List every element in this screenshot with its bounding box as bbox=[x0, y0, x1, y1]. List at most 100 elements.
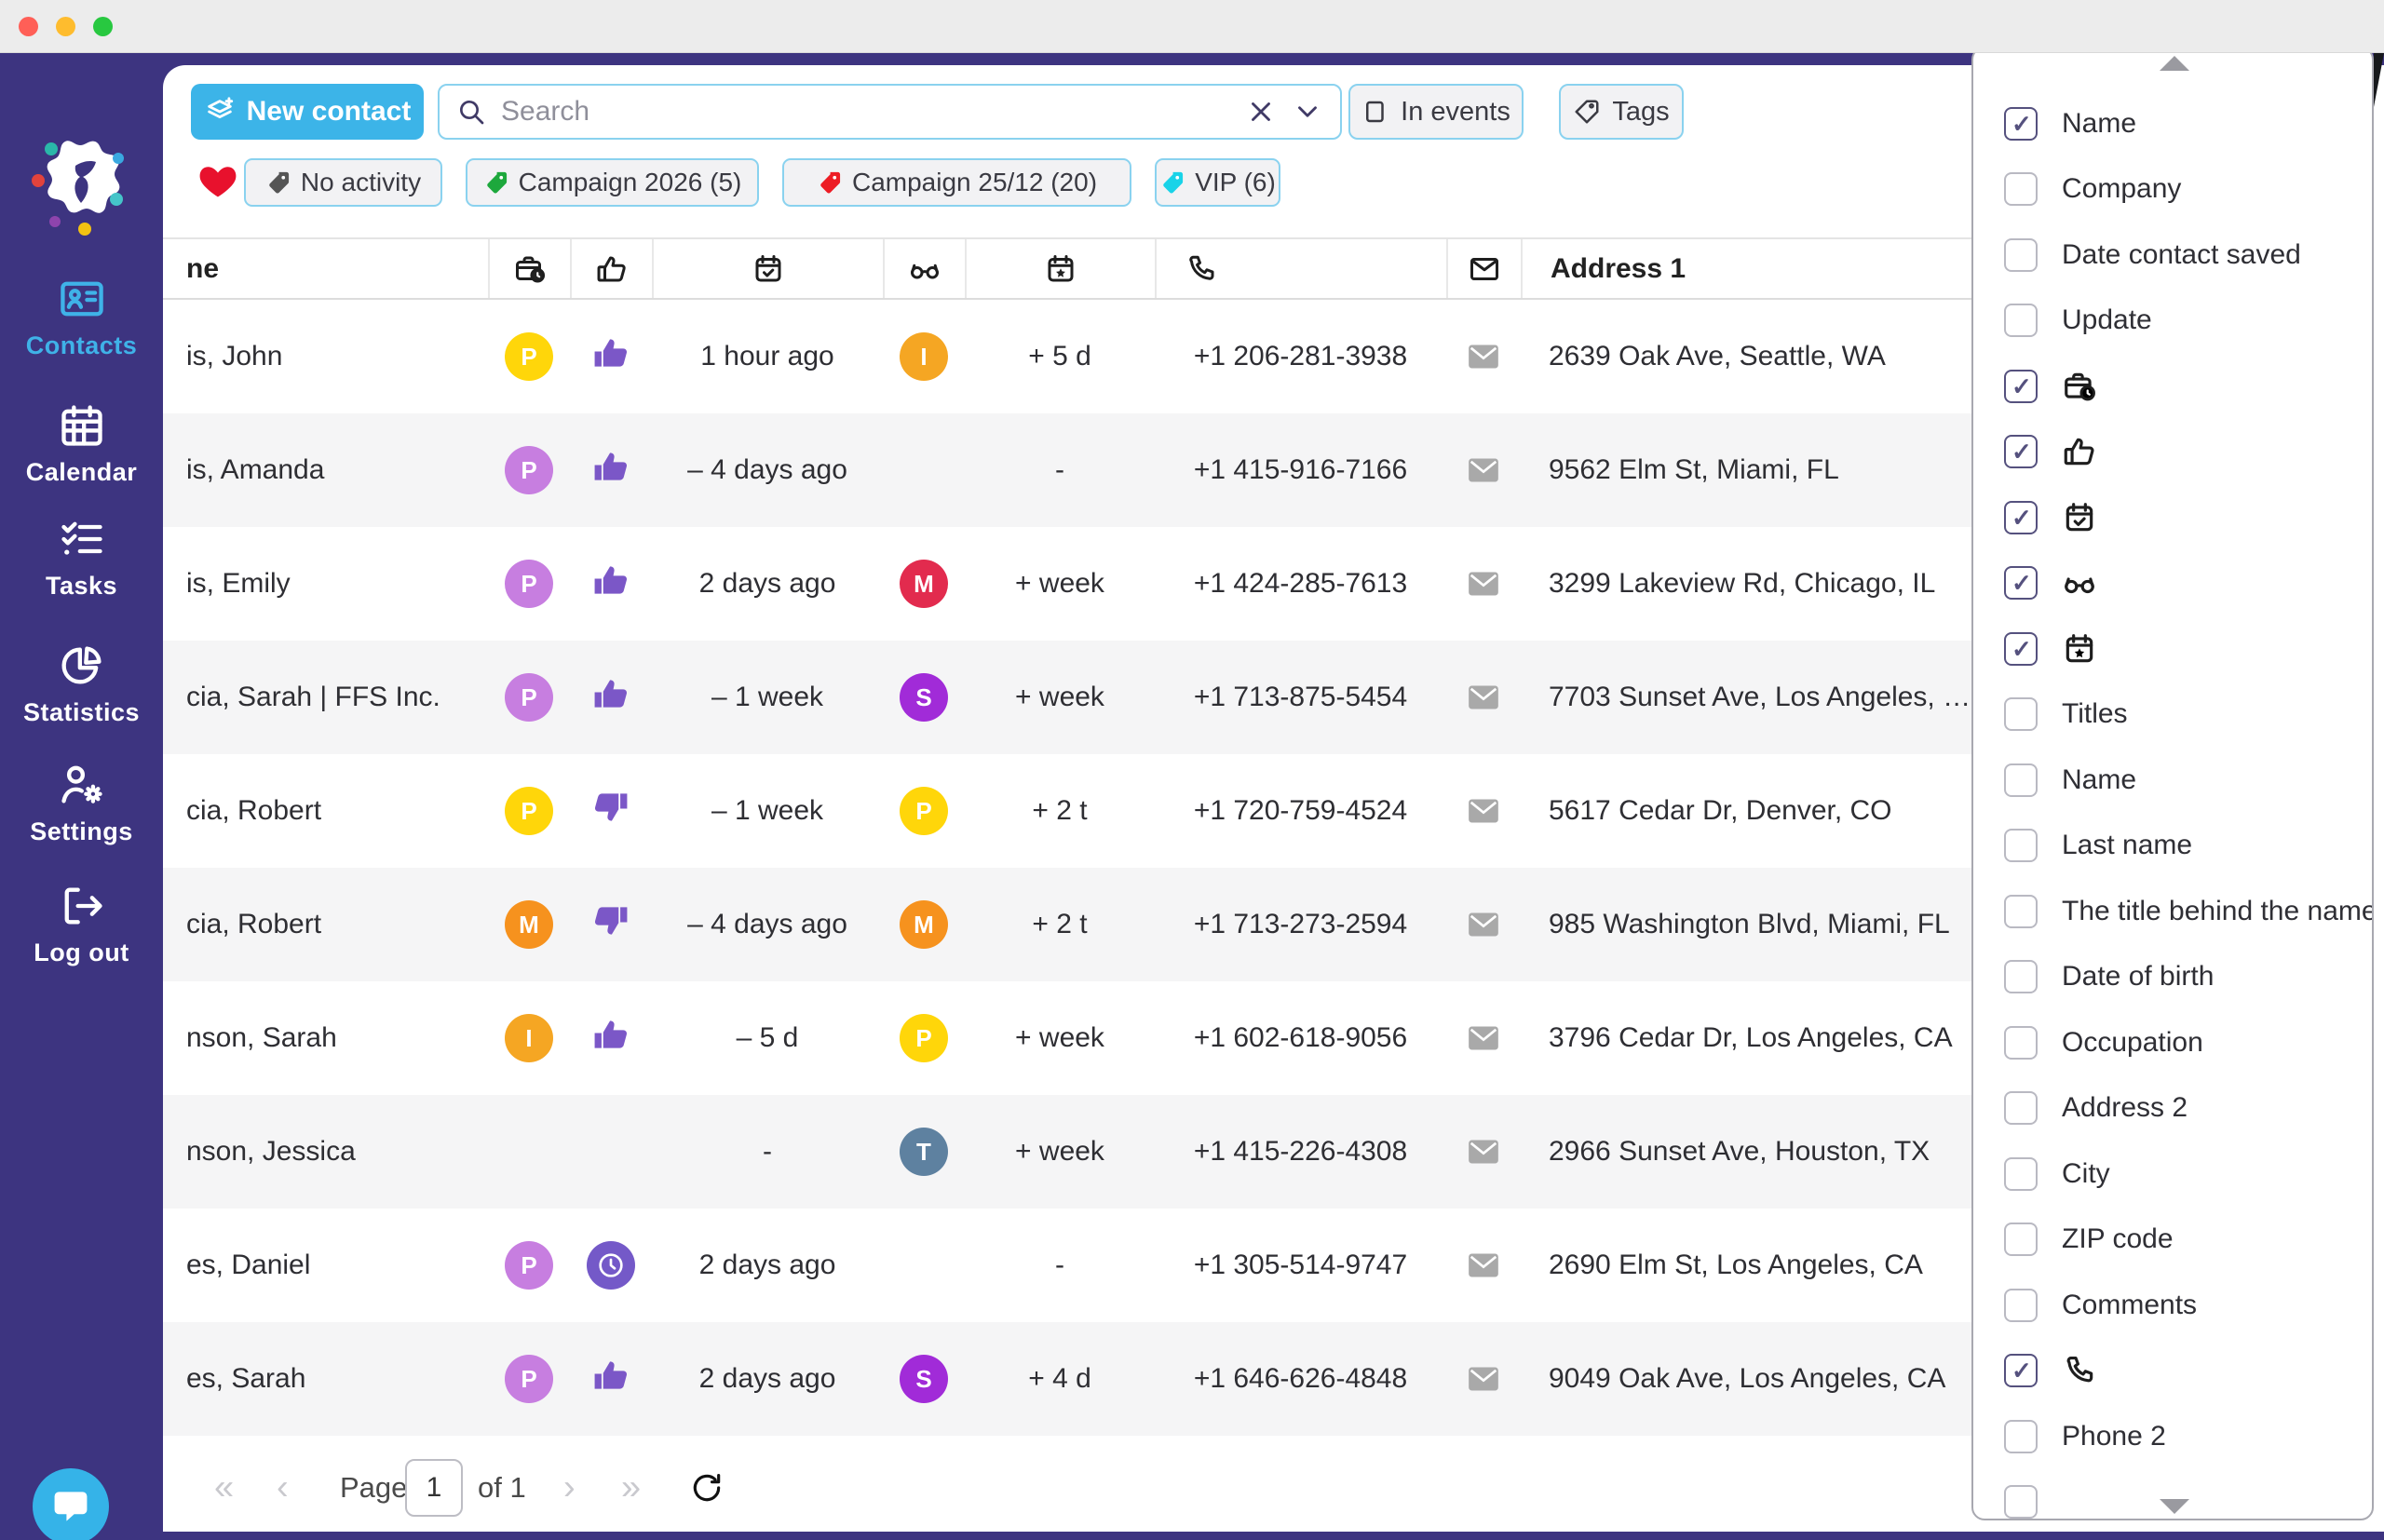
table-row[interactable]: is, John P 1 hour ago I + 5 d +1 206-281… bbox=[163, 300, 2131, 413]
column-header-last-activity[interactable] bbox=[488, 239, 570, 298]
prev-page-button[interactable]: ‹ bbox=[277, 1467, 289, 1507]
filter-chip-no-activity[interactable]: No activity bbox=[244, 158, 442, 207]
email-icon[interactable] bbox=[1465, 1247, 1502, 1284]
checkbox[interactable] bbox=[2004, 1091, 2038, 1125]
email-icon[interactable] bbox=[1465, 1133, 1502, 1170]
checkbox[interactable] bbox=[2004, 566, 2038, 600]
email-icon[interactable] bbox=[1465, 792, 1502, 830]
table-row[interactable]: is, Amanda P – 4 days ago - +1 415-916-7… bbox=[163, 413, 2131, 527]
column-option-next-event[interactable] bbox=[1973, 616, 2372, 682]
checkbox[interactable] bbox=[2004, 435, 2038, 468]
checkbox[interactable] bbox=[2004, 1289, 2038, 1322]
checkbox[interactable] bbox=[2004, 763, 2038, 797]
table-row[interactable]: es, Sarah P 2 days ago S + 4 d +1 646-62… bbox=[163, 1322, 2131, 1436]
column-option-title-behind-name[interactable]: The title behind the name bbox=[1973, 879, 2372, 944]
next-page-button[interactable]: › bbox=[563, 1467, 576, 1507]
column-header-rating[interactable] bbox=[570, 239, 652, 298]
checkbox[interactable] bbox=[2004, 1223, 2038, 1256]
column-header-status[interactable] bbox=[883, 239, 965, 298]
column-option-address2[interactable]: Address 2 bbox=[1973, 1075, 2372, 1141]
checkbox[interactable] bbox=[2004, 697, 2038, 731]
filter-chip-vip[interactable]: VIP (6) bbox=[1155, 158, 1280, 207]
column-header-next-event[interactable] bbox=[965, 239, 1155, 298]
close-window-button[interactable] bbox=[19, 17, 38, 36]
column-option-occupation[interactable]: Occupation bbox=[1973, 1010, 2372, 1075]
checkbox[interactable] bbox=[2004, 501, 2038, 534]
table-row[interactable]: is, Emily P 2 days ago M + week +1 424-2… bbox=[163, 527, 2131, 641]
checkbox[interactable] bbox=[2004, 238, 2038, 272]
email-icon[interactable] bbox=[1465, 1020, 1502, 1057]
sidebar-item-calendar[interactable]: Calendar bbox=[0, 401, 163, 487]
sidebar-item-logout[interactable]: Log out bbox=[0, 882, 163, 967]
checkbox[interactable] bbox=[2004, 107, 2038, 141]
chat-support-button[interactable] bbox=[33, 1468, 109, 1540]
zoom-window-button[interactable] bbox=[93, 17, 113, 36]
column-option-city[interactable]: City bbox=[1973, 1141, 2372, 1207]
column-option-zip-code[interactable]: ZIP code bbox=[1973, 1207, 2372, 1272]
checkbox[interactable] bbox=[2004, 1026, 2038, 1060]
email-icon[interactable] bbox=[1465, 565, 1502, 602]
column-option-name[interactable]: Name bbox=[1973, 91, 2372, 156]
table-row[interactable]: cia, Sarah | FFS Inc. P – 1 week S + wee… bbox=[163, 641, 2131, 754]
sidebar-item-statistics[interactable]: Statistics bbox=[0, 642, 163, 727]
table-row[interactable]: nson, Jessica - T + week +1 415-226-4308… bbox=[163, 1095, 2131, 1209]
checkbox[interactable] bbox=[2004, 370, 2038, 403]
column-option-update[interactable]: Update bbox=[1973, 288, 2372, 353]
column-header-email[interactable] bbox=[1446, 239, 1521, 298]
refresh-icon[interactable] bbox=[689, 1470, 725, 1506]
column-option-last-name[interactable]: Last name bbox=[1973, 813, 2372, 878]
table-row[interactable]: nson, Sarah I – 5 d P + week +1 602-618-… bbox=[163, 981, 2131, 1095]
sidebar-item-tasks[interactable]: Tasks bbox=[0, 515, 163, 601]
checkbox[interactable] bbox=[2004, 1157, 2038, 1191]
email-icon[interactable] bbox=[1465, 679, 1502, 716]
sidebar-item-settings[interactable]: Settings bbox=[0, 761, 163, 846]
checkbox[interactable] bbox=[2004, 1354, 2038, 1387]
sidebar-item-contacts[interactable]: Contacts bbox=[0, 275, 163, 360]
column-option-last-activity[interactable] bbox=[1973, 354, 2372, 419]
column-option-comments[interactable]: Comments bbox=[1973, 1273, 2372, 1338]
column-header-address1[interactable]: Address 1 bbox=[1521, 239, 1968, 298]
column-header-last-contact[interactable] bbox=[652, 239, 883, 298]
email-icon[interactable] bbox=[1465, 906, 1502, 943]
column-option-titles[interactable]: Titles bbox=[1973, 682, 2372, 747]
checkbox[interactable] bbox=[2004, 172, 2038, 206]
column-option-date-contact-saved[interactable]: Date contact saved bbox=[1973, 223, 2372, 288]
checkbox[interactable] bbox=[2004, 895, 2038, 928]
last-page-button[interactable]: » bbox=[621, 1467, 641, 1507]
checkbox[interactable] bbox=[2004, 1485, 2038, 1519]
checkbox[interactable] bbox=[2004, 304, 2038, 337]
scroll-down-icon[interactable] bbox=[2160, 1499, 2189, 1514]
filter-chip-campaign-2512[interactable]: Campaign 25/12 (20) bbox=[782, 158, 1131, 207]
scroll-up-icon[interactable] bbox=[2160, 56, 2189, 71]
tags-button[interactable]: Tags bbox=[1559, 84, 1684, 140]
checkbox[interactable] bbox=[2004, 829, 2038, 862]
page-number-input[interactable] bbox=[405, 1459, 463, 1517]
column-option-last-contact[interactable] bbox=[1973, 485, 2372, 550]
table-row[interactable]: es, Daniel P 2 days ago - +1 305-514-974… bbox=[163, 1209, 2131, 1322]
column-option-status[interactable] bbox=[1973, 550, 2372, 615]
new-contact-button[interactable]: New contact bbox=[191, 84, 424, 140]
checkbox[interactable] bbox=[2004, 1420, 2038, 1453]
search-dropdown-icon[interactable] bbox=[1292, 96, 1323, 128]
column-header-name[interactable]: ne bbox=[163, 239, 488, 298]
email-icon[interactable] bbox=[1465, 338, 1502, 375]
column-option-name2[interactable]: Name bbox=[1973, 748, 2372, 813]
email-icon[interactable] bbox=[1465, 452, 1502, 489]
first-page-button[interactable]: « bbox=[214, 1467, 234, 1507]
search-input[interactable] bbox=[501, 96, 1230, 128]
column-option-date-of-birth[interactable]: Date of birth bbox=[1973, 944, 2372, 1009]
column-option-company[interactable]: Company bbox=[1973, 156, 2372, 222]
table-row[interactable]: cia, Robert P – 1 week P + 2 t +1 720-75… bbox=[163, 754, 2131, 868]
column-header-phone[interactable] bbox=[1155, 239, 1446, 298]
column-option-phone2[interactable]: Phone 2 bbox=[1973, 1404, 2372, 1469]
table-row[interactable]: cia, Robert M – 4 days ago M + 2 t +1 71… bbox=[163, 868, 2131, 981]
minimize-window-button[interactable] bbox=[56, 17, 75, 36]
column-option-rating[interactable] bbox=[1973, 419, 2372, 484]
clear-search-icon[interactable] bbox=[1245, 96, 1277, 128]
in-events-button[interactable]: In events bbox=[1348, 84, 1524, 140]
email-icon[interactable] bbox=[1465, 1360, 1502, 1398]
column-option-phone[interactable] bbox=[1973, 1338, 2372, 1403]
favorites-heart-icon[interactable] bbox=[197, 161, 238, 202]
filter-chip-campaign-2026[interactable]: Campaign 2026 (5) bbox=[466, 158, 759, 207]
checkbox[interactable] bbox=[2004, 632, 2038, 666]
